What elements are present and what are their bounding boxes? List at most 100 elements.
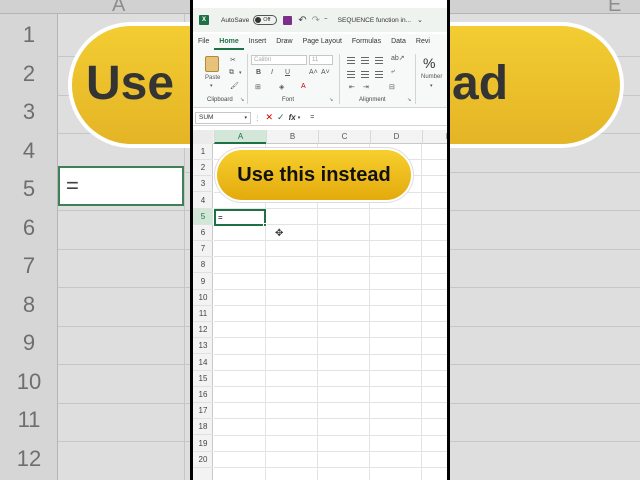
- grow-font-icon[interactable]: A˄: [309, 69, 318, 76]
- document-title[interactable]: SEQUENCE function in...: [338, 17, 411, 24]
- save-icon[interactable]: [283, 15, 293, 25]
- tab-file[interactable]: File: [193, 34, 214, 50]
- italic-icon[interactable]: I: [271, 69, 273, 76]
- orientation-icon[interactable]: ab↗: [391, 54, 405, 62]
- group-divider: [247, 54, 248, 104]
- select-all-corner[interactable]: [193, 130, 213, 144]
- paste-button[interactable]: Paste: [205, 75, 220, 81]
- borders-icon[interactable]: ⊞: [255, 83, 261, 91]
- column-header-b[interactable]: B: [266, 130, 318, 144]
- dialog-launcher-icon[interactable]: ↘: [240, 97, 244, 103]
- row-header-5[interactable]: 5: [193, 208, 213, 225]
- paste-icon[interactable]: [205, 56, 219, 72]
- name-box[interactable]: SUM ▾: [195, 111, 251, 124]
- chevron-down-icon[interactable]: ▾: [239, 70, 242, 76]
- dialog-launcher-icon[interactable]: ↘: [329, 97, 333, 103]
- cancel-icon[interactable]: ✕: [266, 112, 274, 123]
- enter-check-icon[interactable]: ✓: [277, 112, 285, 123]
- fill-handle[interactable]: [263, 223, 267, 227]
- font-color-icon[interactable]: A: [301, 83, 306, 90]
- row-header-18[interactable]: 18: [193, 419, 213, 436]
- formula-input[interactable]: =: [310, 114, 314, 121]
- name-box-value: SUM: [199, 113, 214, 121]
- row-header-14[interactable]: 14: [193, 355, 213, 371]
- autosave-toggle[interactable]: Off: [253, 15, 278, 25]
- gridline-row: [214, 369, 447, 371]
- number-format-icon[interactable]: %: [423, 55, 435, 71]
- row-header-8[interactable]: 8: [193, 257, 213, 274]
- insert-function-icon[interactable]: fx: [289, 113, 296, 122]
- gridline-row: [214, 418, 447, 420]
- align-center-icon[interactable]: [361, 71, 369, 78]
- row-header-16[interactable]: 16: [193, 387, 213, 403]
- row-header-7[interactable]: 7: [193, 241, 213, 258]
- gridline-row: [214, 353, 447, 355]
- row-header-13[interactable]: 13: [193, 338, 213, 355]
- chevron-down-icon[interactable]: ⌄: [417, 16, 423, 24]
- underline-icon[interactable]: U: [285, 69, 290, 76]
- gridline-row: [214, 305, 447, 306]
- column-header-e[interactable]: E: [422, 130, 447, 144]
- redo-icon[interactable]: ↷: [312, 15, 320, 26]
- excel-logo-icon: X: [199, 15, 209, 25]
- tab-data[interactable]: Data: [386, 34, 411, 50]
- row-header-11[interactable]: 11: [193, 306, 213, 322]
- fill-color-icon[interactable]: ◈: [279, 83, 284, 91]
- row-header-10[interactable]: 10: [193, 290, 213, 306]
- tab-formulas[interactable]: Formulas: [347, 34, 386, 50]
- shrink-font-icon[interactable]: A˅: [321, 69, 330, 76]
- tab-page-layout[interactable]: Page Layout: [298, 34, 347, 50]
- excel-window: X AutoSave Off ↶ ↷ ⁼ SEQUENCE function i…: [190, 0, 450, 480]
- chevron-down-icon[interactable]: ▾: [210, 83, 213, 89]
- column-header: ABCDE: [193, 130, 447, 144]
- font-name-box[interactable]: Calibri: [251, 55, 307, 65]
- gridline-row: [214, 450, 447, 452]
- overlay-banner: Use this instead: [217, 150, 411, 200]
- merge-center-icon[interactable]: ⊟: [389, 83, 395, 91]
- row-header-15[interactable]: 15: [193, 371, 213, 387]
- row-header-12[interactable]: 12: [193, 322, 213, 339]
- align-top-icon[interactable]: [347, 57, 355, 64]
- format-painter-icon[interactable]: 🖌: [230, 82, 239, 90]
- row-header-4[interactable]: 4: [193, 193, 213, 209]
- column-header-a[interactable]: A: [214, 130, 266, 144]
- copy-icon[interactable]: ⧉: [229, 69, 234, 77]
- group-divider: [415, 54, 416, 104]
- customize-qat-icon[interactable]: ⁼: [324, 16, 328, 24]
- align-right-icon[interactable]: [375, 71, 383, 78]
- tab-revi[interactable]: Revi: [411, 34, 435, 50]
- column-header-d[interactable]: D: [370, 130, 422, 144]
- increase-indent-icon[interactable]: ⇥: [363, 83, 369, 91]
- decrease-indent-icon[interactable]: ⇤: [349, 83, 355, 91]
- chevron-down-icon[interactable]: ▾: [298, 115, 301, 121]
- column-header-c[interactable]: C: [318, 130, 370, 144]
- more-options-icon[interactable]: ⋮: [254, 114, 261, 122]
- tab-home[interactable]: Home: [214, 34, 244, 50]
- font-size-box[interactable]: 11: [309, 55, 333, 65]
- row-header-17[interactable]: 17: [193, 403, 213, 420]
- autosave-label: AutoSave: [221, 16, 250, 24]
- row-header-2[interactable]: 2: [193, 160, 213, 177]
- active-cell[interactable]: =: [214, 209, 266, 226]
- align-middle-icon[interactable]: [361, 57, 369, 64]
- wrap-text-icon[interactable]: ⤶: [391, 68, 395, 76]
- dialog-launcher-icon[interactable]: ↘: [407, 97, 411, 103]
- align-bottom-icon[interactable]: [375, 57, 383, 64]
- gridline-column: [421, 144, 422, 480]
- row-header-1[interactable]: 1: [193, 144, 213, 160]
- undo-icon[interactable]: ↶: [298, 15, 306, 26]
- row-header-20[interactable]: 20: [193, 452, 213, 468]
- row-header-6[interactable]: 6: [193, 225, 213, 241]
- row-header-9[interactable]: 9: [193, 274, 213, 290]
- chevron-down-icon[interactable]: ▾: [430, 83, 433, 89]
- number-button[interactable]: Number: [421, 74, 442, 80]
- gridline-row: [214, 288, 447, 290]
- align-left-icon[interactable]: [347, 71, 355, 78]
- bold-icon[interactable]: B: [256, 69, 261, 76]
- tab-draw[interactable]: Draw: [271, 34, 297, 50]
- row-header-3[interactable]: 3: [193, 176, 213, 193]
- tab-insert[interactable]: Insert: [244, 34, 272, 50]
- cut-icon[interactable]: ✂: [230, 56, 236, 64]
- chevron-down-icon[interactable]: ▾: [244, 113, 247, 123]
- row-header-19[interactable]: 19: [193, 436, 213, 452]
